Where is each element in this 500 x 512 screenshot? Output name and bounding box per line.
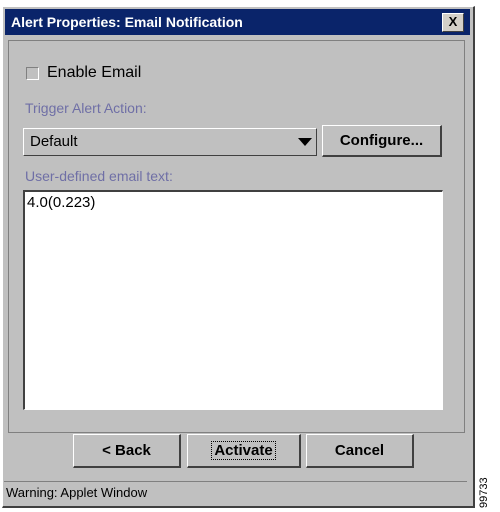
cancel-button[interactable]: Cancel bbox=[306, 434, 414, 468]
email-text-value: 4.0(0.223) bbox=[27, 194, 96, 211]
trigger-alert-value: Default bbox=[30, 133, 78, 150]
activate-button[interactable]: Activate bbox=[187, 434, 301, 468]
configure-button-label: Configure... bbox=[339, 132, 424, 149]
email-text-label: User-defined email text: bbox=[25, 168, 173, 184]
status-text: Warning: Applet Window bbox=[6, 485, 148, 500]
chevron-down-icon bbox=[298, 138, 312, 146]
title-bar[interactable]: Alert Properties: Email Notification X bbox=[5, 9, 470, 35]
enable-email-label: Enable Email bbox=[47, 64, 142, 81]
close-button[interactable]: X bbox=[442, 13, 464, 32]
figure-id-text: 99733 bbox=[478, 477, 490, 508]
configure-button[interactable]: Configure... bbox=[322, 125, 442, 157]
window-title: Alert Properties: Email Notification bbox=[11, 14, 243, 30]
cancel-button-label: Cancel bbox=[334, 442, 385, 459]
back-button-label: < Back bbox=[102, 442, 151, 459]
close-icon: X bbox=[448, 14, 458, 29]
trigger-alert-label: Trigger Alert Action: bbox=[25, 100, 147, 116]
email-text-area[interactable]: 4.0(0.223) bbox=[23, 190, 443, 410]
back-button[interactable]: < Back bbox=[73, 434, 181, 468]
activate-button-label: Activate bbox=[211, 441, 276, 460]
enable-email-checkbox[interactable] bbox=[26, 66, 39, 80]
trigger-alert-select[interactable]: Default bbox=[23, 128, 317, 156]
status-bar: Warning: Applet Window bbox=[4, 481, 467, 500]
enable-email-row[interactable]: Enable Email bbox=[26, 63, 141, 83]
figure-id: 99733 bbox=[478, 468, 496, 512]
